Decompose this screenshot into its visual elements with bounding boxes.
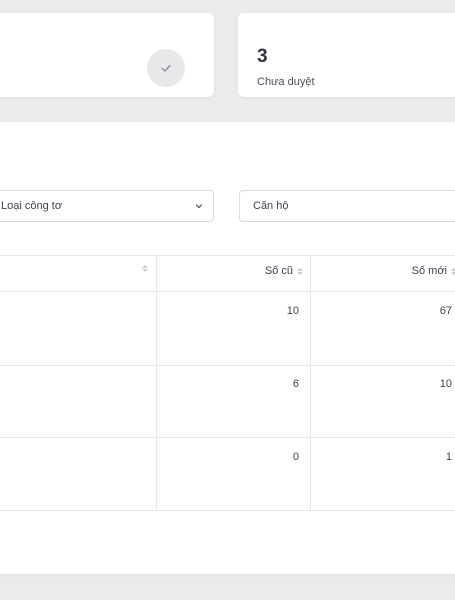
new-reading-cell: 10 xyxy=(439,378,452,390)
old-reading-cell: 6 xyxy=(292,378,299,390)
column-header-old-reading[interactable]: Số cũ xyxy=(265,265,303,277)
column-header-new-label: Số mới xyxy=(411,265,447,277)
header-bottom-border xyxy=(0,291,455,292)
new-reading-cell: 1 xyxy=(445,451,452,463)
sort-icon xyxy=(297,267,303,275)
approved-stat-card xyxy=(0,13,214,97)
column-divider xyxy=(156,255,157,510)
column-header-apartment[interactable] xyxy=(142,265,148,272)
pending-label: Chưa duyệt xyxy=(257,76,315,88)
pending-stat-card: 3 Chưa duyệt xyxy=(238,13,455,97)
check-icon xyxy=(161,64,171,72)
sort-icon xyxy=(451,267,455,275)
row-divider xyxy=(0,365,455,366)
sort-icon xyxy=(142,265,148,272)
check-circle xyxy=(147,49,185,87)
meter-type-select-label: Loại công tơ xyxy=(1,200,63,212)
column-header-new-reading[interactable]: Số mới xyxy=(412,265,455,277)
chevron-down-icon xyxy=(195,204,203,209)
column-header-old-label: Số cũ xyxy=(264,265,293,277)
row-divider xyxy=(0,510,455,511)
apartment-input-placeholder: Căn hộ xyxy=(253,200,289,212)
new-reading-cell: 67 xyxy=(439,305,452,317)
apartment-input[interactable]: Căn hộ xyxy=(239,190,455,222)
pending-count: 3 xyxy=(257,46,268,67)
meter-type-select[interactable]: Loại công tơ xyxy=(0,190,214,222)
old-reading-cell: 10 xyxy=(286,305,299,317)
row-divider xyxy=(0,437,455,438)
old-reading-cell: 0 xyxy=(292,451,299,463)
column-divider xyxy=(310,255,311,510)
table-top-border xyxy=(0,255,455,256)
